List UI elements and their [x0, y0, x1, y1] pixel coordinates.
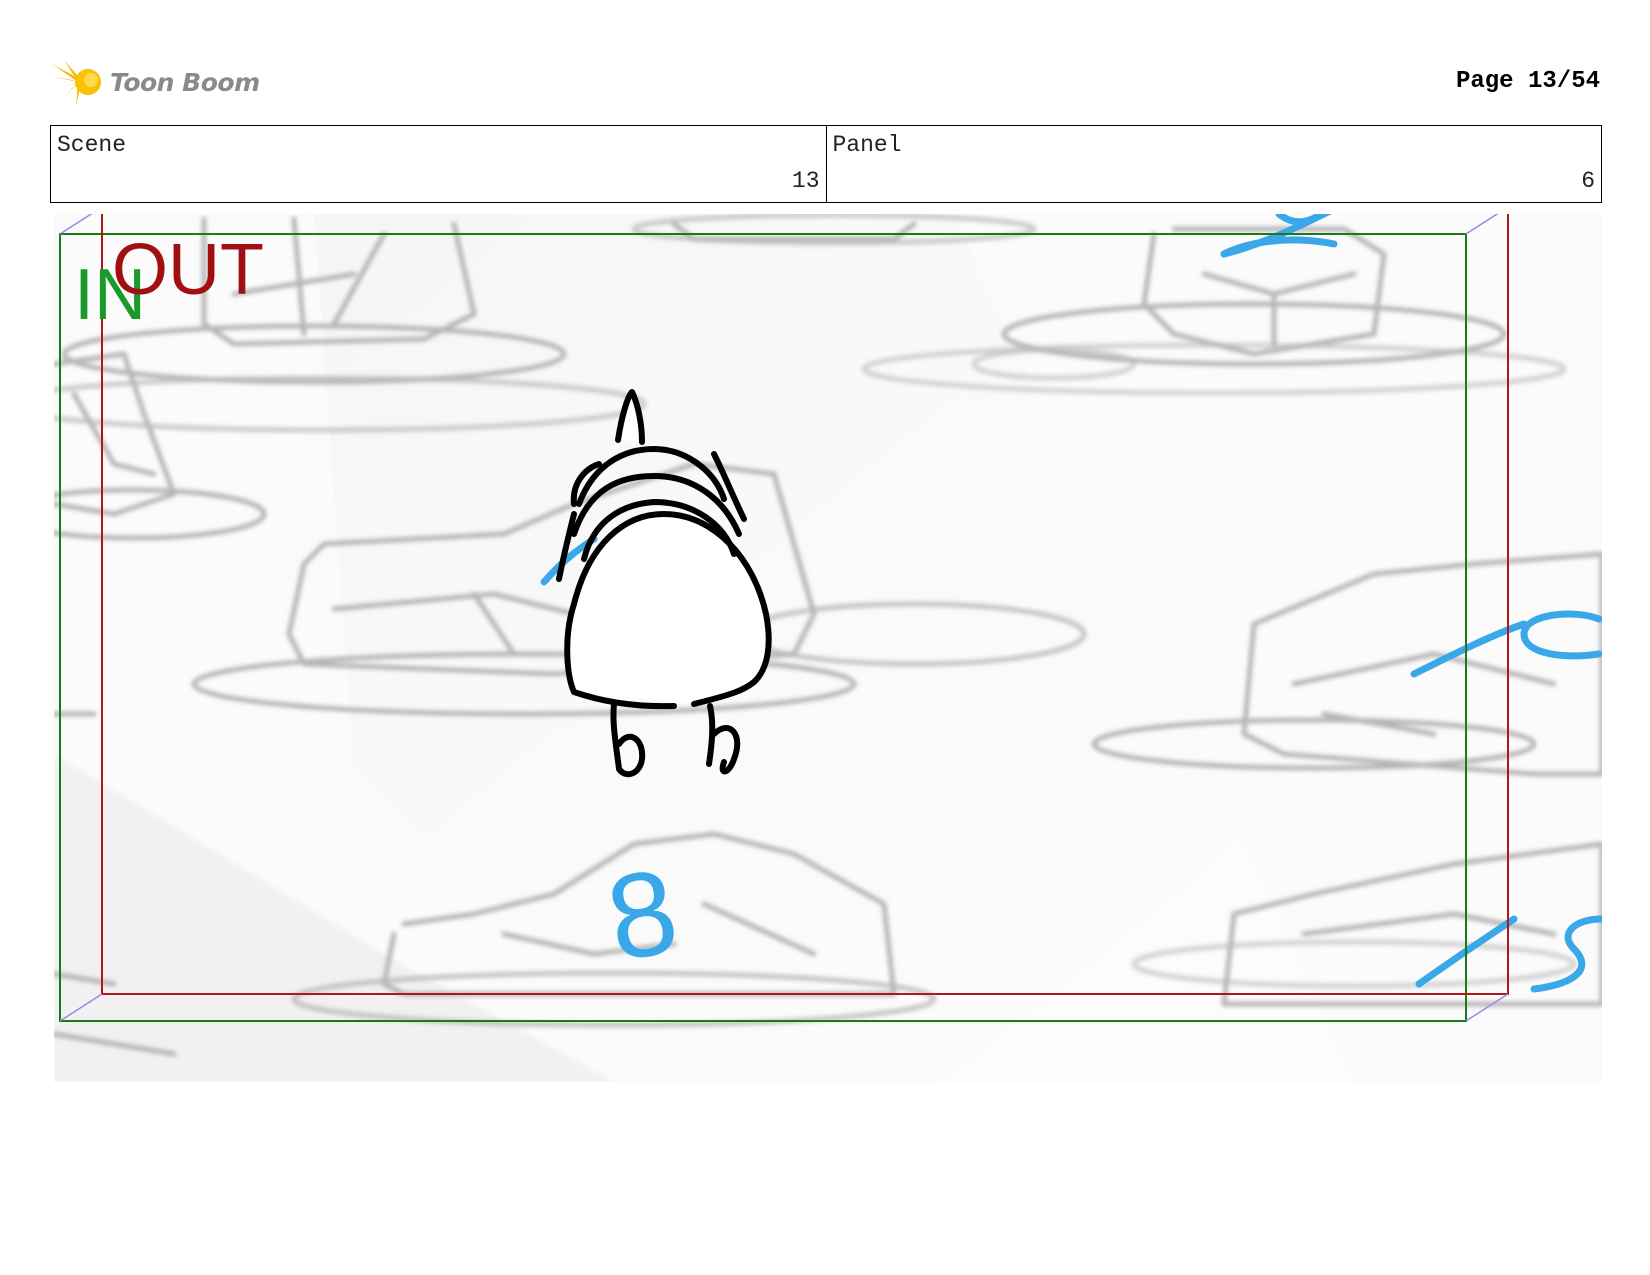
panel-value: 6 [1581, 168, 1595, 194]
scene-panel-table: Scene 13 Panel 6 [50, 125, 1602, 203]
page-indicator: Page 13/54 [1455, 68, 1600, 95]
panel-drawing: 8 IN OUT [54, 214, 1602, 1082]
toon-boom-logo: Toon Boom [50, 56, 260, 108]
panel-cell: Panel 6 [825, 126, 1602, 202]
scene-cell: Scene 13 [51, 126, 826, 202]
scene-value: 13 [791, 168, 820, 194]
out-label: OUT [112, 230, 264, 310]
burst-icon [50, 60, 101, 106]
panel-label: Panel [832, 132, 902, 158]
page-header: Toon Boom Page 13/54 [50, 52, 1600, 112]
storyboard-panel: 8 IN OUT [54, 214, 1602, 1082]
logo-text: Toon Boom [110, 67, 260, 97]
scene-label: Scene [57, 132, 127, 158]
